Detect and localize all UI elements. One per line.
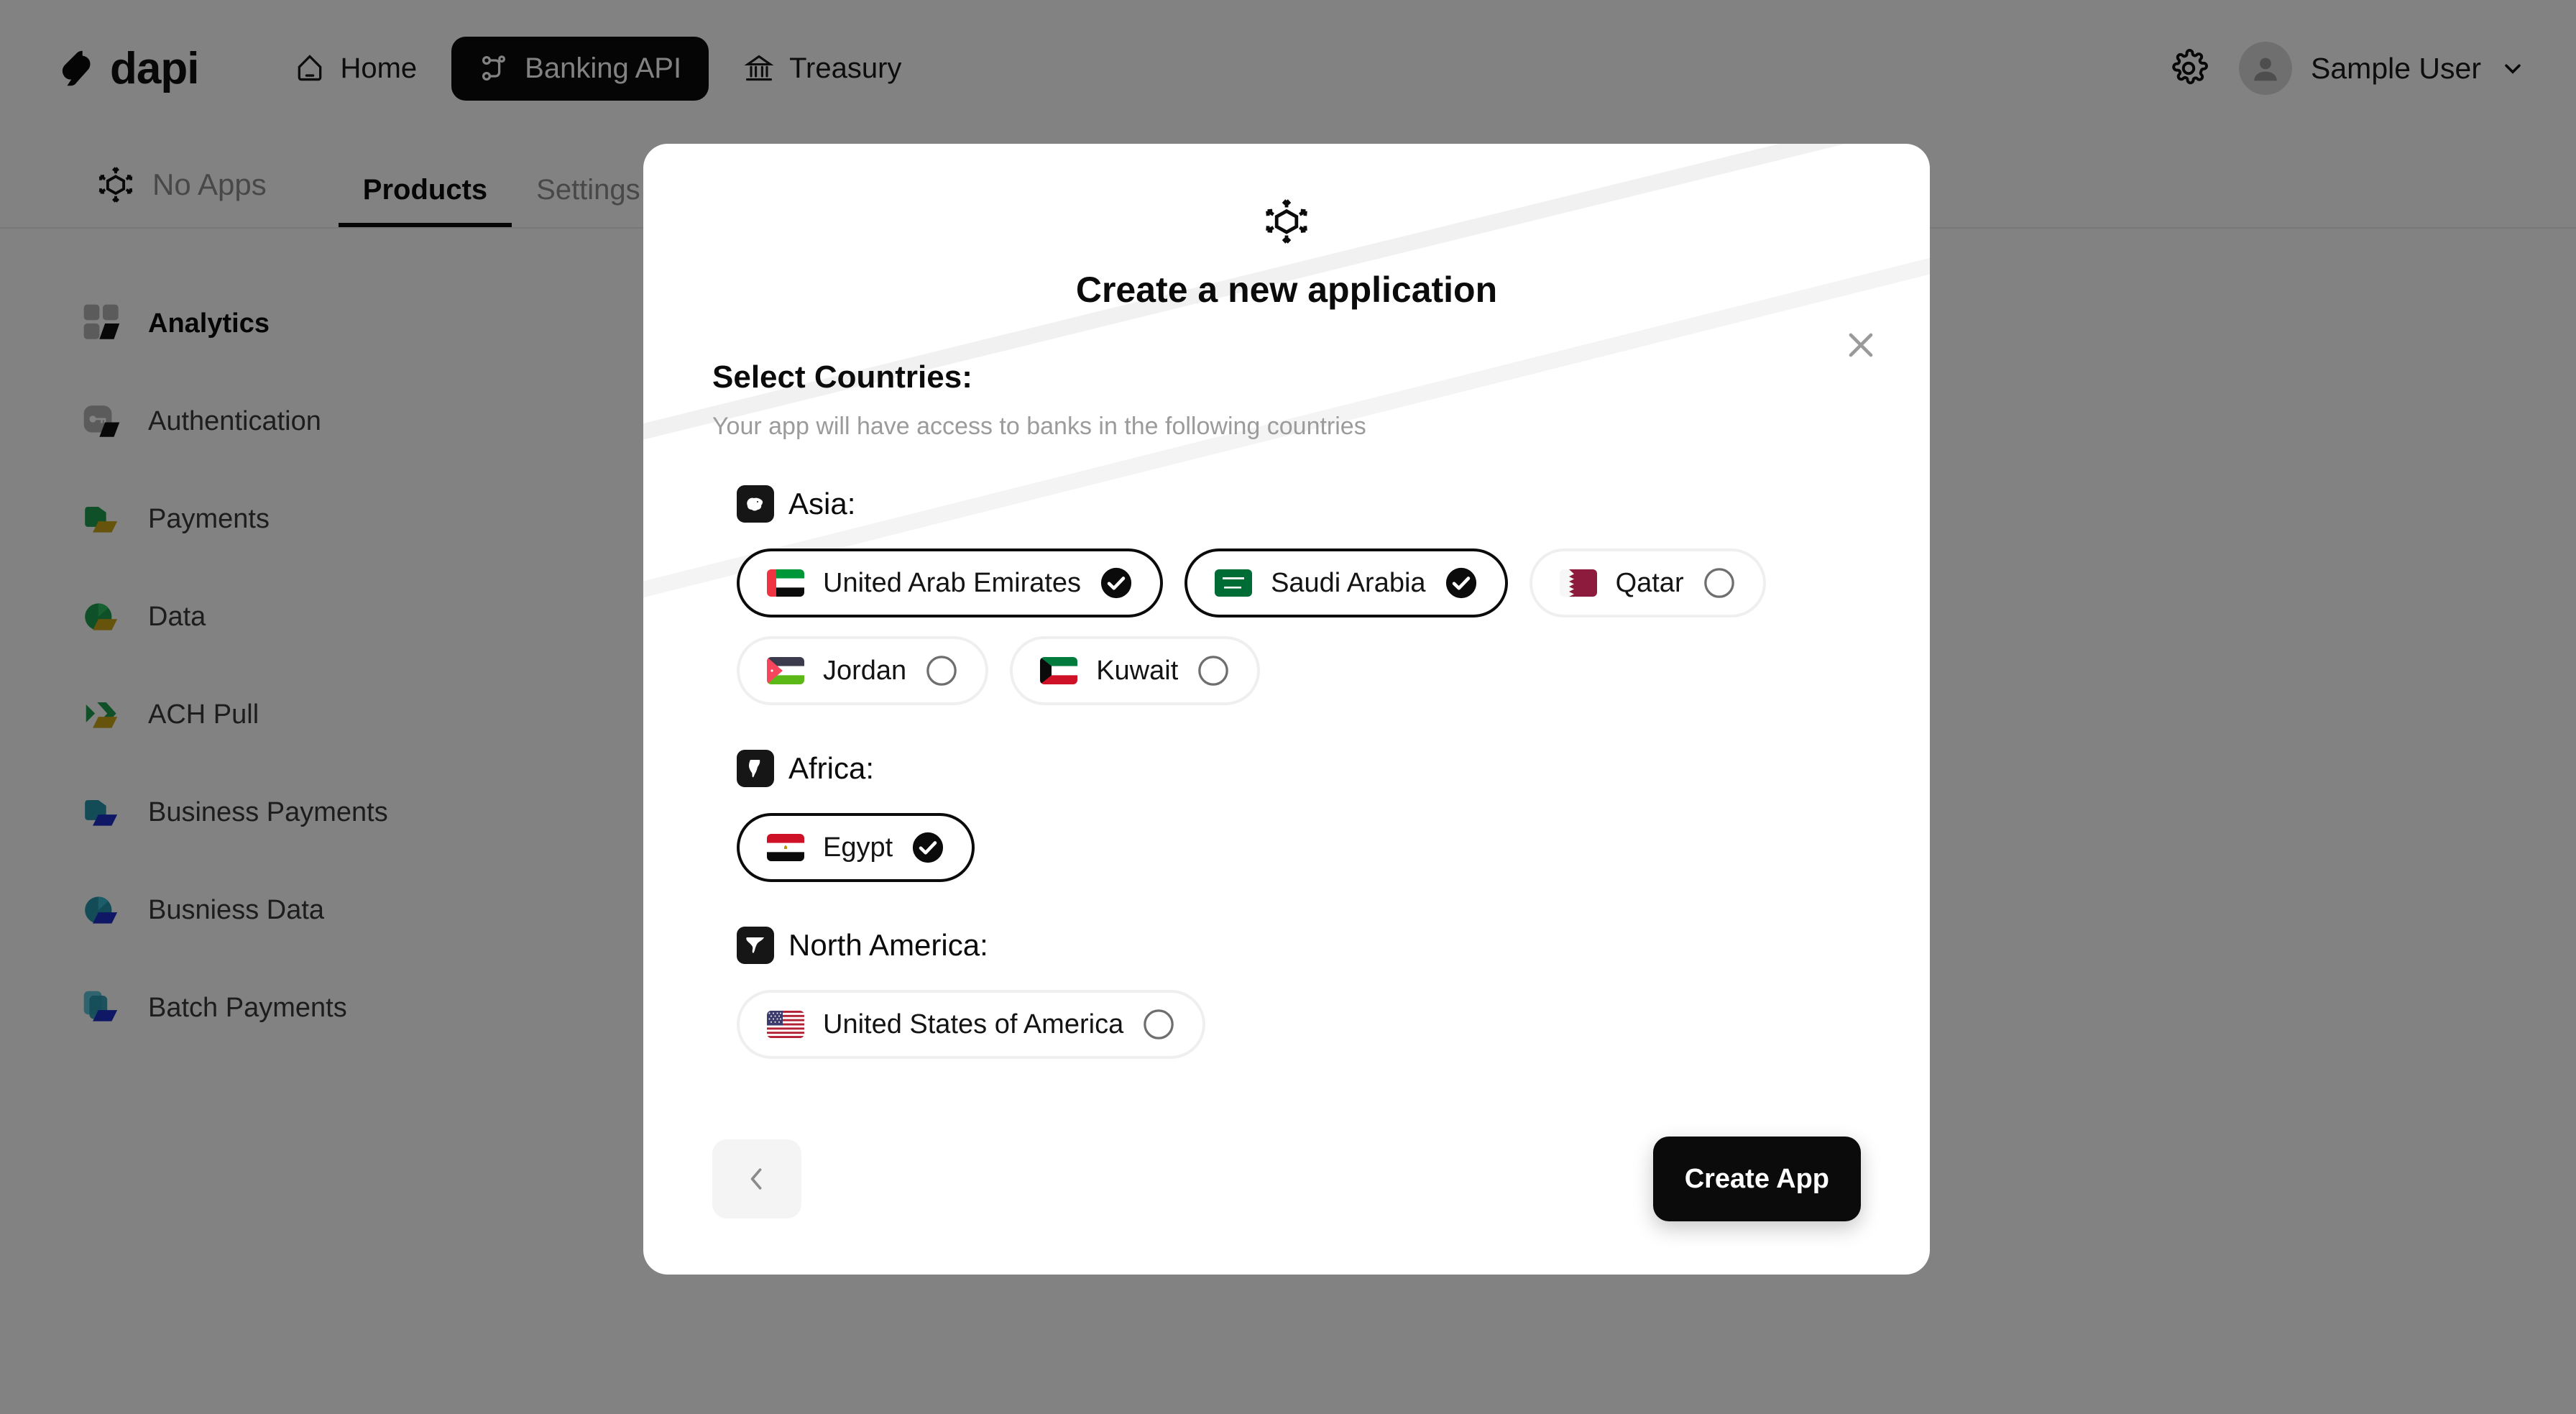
country-label: Saudi Arabia [1271, 567, 1426, 598]
back-button[interactable] [712, 1139, 801, 1218]
continent-name: Asia: [788, 487, 856, 520]
create-app-button[interactable]: Create App [1652, 1137, 1861, 1221]
country-label: Jordan [823, 655, 907, 686]
continent-block-north-america: North America: United States of America [712, 927, 1861, 1059]
flag-sa [1215, 569, 1253, 597]
country-chip-group-north-america: United States of America [737, 990, 1861, 1059]
modal-body: Select Countries: Your app will have acc… [643, 359, 1930, 1059]
country-label: Kuwait [1096, 655, 1179, 686]
check-circle-filled-icon [1445, 567, 1476, 599]
select-countries-subtitle: Your app will have access to banks in th… [712, 413, 1366, 440]
check-circle-filled-icon [913, 832, 944, 863]
modal-title: Create a new application [1075, 270, 1498, 310]
africa-map-icon [737, 750, 774, 787]
country-chip-qatar[interactable]: Qatar [1529, 548, 1766, 618]
country-chip-saudi-arabia[interactable]: Saudi Arabia [1184, 548, 1508, 618]
asia-map-icon [737, 485, 774, 523]
flag-jo [767, 657, 804, 684]
check-circle-filled-icon [1100, 567, 1132, 599]
cube-expand-icon [1266, 199, 1307, 244]
country-chip-kuwait[interactable]: Kuwait [1010, 636, 1261, 705]
country-chip-jordan[interactable]: Jordan [737, 636, 989, 705]
flag-ae [767, 569, 804, 597]
country-chip-group-africa: Egypt [737, 813, 1861, 882]
circle-empty-icon [926, 656, 957, 686]
country-chip-united-arab-emirates[interactable]: United Arab Emirates [737, 548, 1164, 618]
close-icon[interactable] [1841, 325, 1881, 365]
continent-header-africa: Africa: [737, 750, 1861, 787]
flag-kw [1040, 657, 1078, 684]
create-application-modal: Create a new application Select Countrie… [643, 144, 1930, 1275]
country-label: Qatar [1615, 567, 1684, 598]
continent-name: Africa: [788, 751, 875, 785]
flag-qa [1559, 569, 1597, 597]
country-label: United Arab Emirates [823, 567, 1082, 598]
modal-footer: Create App [712, 1137, 1861, 1221]
continent-block-africa: Africa: Egypt [712, 750, 1861, 882]
chevron-left-icon [750, 1168, 762, 1190]
country-label: Egypt [823, 832, 893, 863]
continent-header-north-america: North America: [737, 927, 1861, 964]
north-america-map-icon [737, 927, 774, 964]
country-chip-egypt[interactable]: Egypt [737, 813, 975, 882]
modal-header: Create a new application [643, 144, 1930, 311]
circle-empty-icon [1144, 1009, 1174, 1039]
continent-header-asia: Asia: [737, 485, 1861, 523]
continent-name: North America: [788, 928, 988, 962]
country-label: United States of America [823, 1009, 1124, 1039]
select-countries-heading: Select Countries: [712, 359, 972, 395]
circle-empty-icon [1198, 656, 1229, 686]
flag-us [767, 1011, 804, 1038]
continent-block-asia: Asia: United Arab Emirates Saudi Arabia … [712, 485, 1861, 705]
country-chip-united-states-of-america[interactable]: United States of America [737, 990, 1206, 1059]
flag-eg [767, 834, 804, 861]
circle-empty-icon [1703, 568, 1734, 598]
country-chip-group-asia: United Arab Emirates Saudi Arabia Qatar … [737, 548, 1861, 705]
